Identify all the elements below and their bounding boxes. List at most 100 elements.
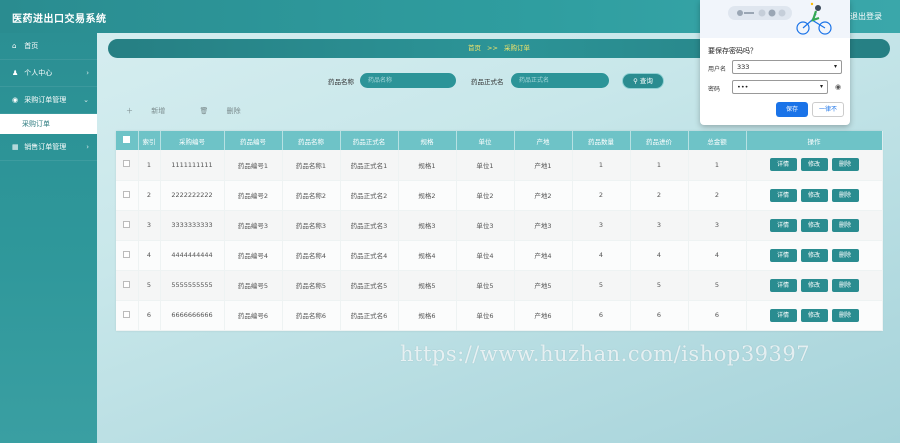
edit-button[interactable]: 修改 (800, 278, 828, 292)
table-cell: 规格3 (398, 210, 457, 241)
table-cell: 药品编号4 (224, 240, 283, 271)
table-cell: 1 (688, 150, 747, 181)
delete-button[interactable]: 删除 (831, 308, 859, 322)
select-all-checkbox[interactable] (123, 136, 131, 143)
delete-button[interactable]: 删除 (831, 188, 859, 202)
column-header: 总金额 (688, 131, 747, 150)
table-row: 2 2222222222 药品编号2 药品名称2 药品正式名2 规格2 单位2 … (116, 180, 883, 211)
row-checkbox[interactable] (123, 310, 131, 318)
table-cell: 产地5 (514, 270, 573, 301)
row-select-cell[interactable] (116, 150, 139, 181)
table-cell: 2 (138, 180, 161, 211)
edit-button[interactable]: 修改 (800, 188, 828, 202)
column-header: 规格 (398, 131, 457, 150)
eye-icon[interactable]: ◉ (835, 83, 841, 91)
row-select-cell[interactable] (116, 180, 139, 211)
column-header: 产地 (514, 131, 573, 150)
drug-formal-name-input[interactable] (511, 73, 609, 88)
sidebar-item-purchase-orders[interactable]: ◉ 采购订单管理 ⌄ (0, 87, 97, 114)
table-cell: 药品编号5 (224, 270, 283, 301)
table-cell: 5555555555 (160, 270, 225, 301)
table-cell: 3333333333 (160, 210, 225, 241)
row-checkbox[interactable] (123, 250, 131, 258)
table-cell: 药品编号6 (224, 300, 283, 331)
table-cell: 药品编号1 (224, 150, 283, 181)
breadcrumb-separator: >> (487, 44, 498, 52)
table-cell: 2 (630, 180, 689, 211)
table-cell: 5 (630, 270, 689, 301)
table-row: 1 1111111111 药品编号1 药品名称1 药品正式名1 规格1 单位1 … (116, 150, 883, 181)
edit-button[interactable]: 修改 (800, 218, 828, 232)
grid-icon: ▦ (12, 143, 19, 151)
table-cell: 3 (572, 210, 631, 241)
chevron-right-icon: › (86, 143, 89, 151)
delete-button[interactable]: 删除 (831, 248, 859, 262)
column-header: 单位 (456, 131, 515, 150)
row-checkbox[interactable] (123, 160, 131, 168)
delete-button[interactable]: 删除 (831, 218, 859, 232)
query-button[interactable]: ⚲ 查询 (622, 73, 664, 89)
table-cell: 规格5 (398, 270, 457, 301)
save-password-button[interactable]: 保存 (776, 102, 808, 117)
delete-button[interactable]: 删除 (831, 158, 859, 172)
edit-button[interactable]: 修改 (800, 248, 828, 262)
logout-button[interactable]: 退出登录 (850, 11, 882, 22)
column-header: 药品正式名 (340, 131, 399, 150)
row-select-cell[interactable] (116, 210, 139, 241)
detail-button[interactable]: 详情 (769, 158, 797, 172)
table-cell: 药品正式名4 (340, 240, 399, 271)
edit-button[interactable]: 修改 (800, 158, 828, 172)
row-select-cell[interactable] (116, 240, 139, 271)
select-all-cell[interactable] (116, 131, 139, 150)
table-cell: 单位1 (456, 150, 515, 181)
detail-button[interactable]: 详情 (769, 278, 797, 292)
table-cell: 规格2 (398, 180, 457, 211)
save-password-title: 要保存密码吗？ (708, 47, 757, 55)
detail-button[interactable]: 详情 (769, 218, 797, 232)
sidebar-item-home[interactable]: ⌂ 首页 (0, 33, 97, 60)
detail-button[interactable]: 详情 (769, 248, 797, 262)
breadcrumb-home[interactable]: 首页 (468, 44, 481, 52)
action-row: ＋ 新增 🗑 删除 (126, 106, 273, 116)
sidebar-subitem-purchase-order[interactable]: 采购订单 (0, 114, 97, 134)
row-select-cell[interactable] (116, 300, 139, 331)
detail-button[interactable]: 详情 (769, 188, 797, 202)
row-select-cell[interactable] (116, 270, 139, 301)
table-cell: 药品编号3 (224, 210, 283, 241)
table-cell: 药品正式名6 (340, 300, 399, 331)
table-cell: 4444444444 (160, 240, 225, 271)
row-actions: 详情 修改 删除 (746, 240, 883, 271)
username-field[interactable]: 333 ▾ (732, 60, 842, 74)
breadcrumb-current: 采购订单 (504, 44, 531, 52)
edit-button[interactable]: 修改 (800, 308, 828, 322)
delete-button[interactable]: 删除 (831, 278, 859, 292)
sidebar-item-label: 采购订单管理 (24, 96, 67, 104)
query-button-label: 查询 (639, 77, 653, 85)
table-cell: 产地6 (514, 300, 573, 331)
chevron-down-icon: ⌄ (83, 96, 89, 104)
add-button[interactable]: ＋ 新增 (126, 107, 183, 115)
row-actions: 详情 修改 删除 (746, 210, 883, 241)
sidebar-item-sales-orders[interactable]: ▦ 销售订单管理 › (0, 134, 97, 161)
column-header: 药品数量 (572, 131, 631, 150)
password-value: ••• (737, 83, 749, 91)
batch-delete-button[interactable]: 🗑 删除 (199, 107, 256, 115)
table-cell: 6 (572, 300, 631, 331)
table-row: 4 4444444444 药品编号4 药品名称4 药品正式名4 规格4 单位4 … (116, 240, 883, 271)
table-cell: 6 (138, 300, 161, 331)
table-cell: 药品名称3 (282, 210, 341, 241)
drug-name-input[interactable] (360, 73, 456, 88)
detail-button[interactable]: 详情 (769, 308, 797, 322)
row-checkbox[interactable] (123, 190, 131, 198)
row-checkbox[interactable] (123, 220, 131, 228)
table-cell: 3 (138, 210, 161, 241)
table-cell: 规格6 (398, 300, 457, 331)
table-cell: 6 (688, 300, 747, 331)
row-checkbox[interactable] (123, 280, 131, 288)
password-field[interactable]: ••• ▾ (732, 80, 828, 94)
sidebar: ⌂ 首页 ♟ 个人中心 › ◉ 采购订单管理 ⌄ 采购订单 ▦ 销售订单管理 › (0, 33, 97, 443)
never-save-button[interactable]: 一律不 (812, 102, 844, 117)
row-actions: 详情 修改 删除 (746, 300, 883, 331)
table-cell: 药品名称4 (282, 240, 341, 271)
table-cell: 3 (688, 210, 747, 241)
